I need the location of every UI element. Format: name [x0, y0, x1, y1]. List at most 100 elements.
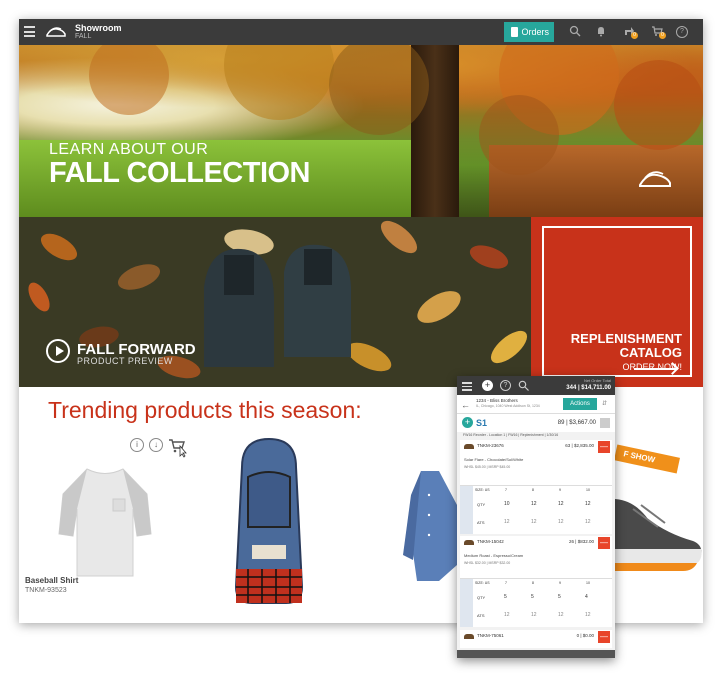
mobile-order-panel: + ? Net Order Total 344 | $14,711.00 ← 1… — [457, 376, 615, 658]
top-navigation-bar: Showroom FALL Orders 0 0 ? — [19, 19, 703, 45]
help-icon[interactable]: ? — [500, 380, 511, 391]
season-label: FALL — [75, 33, 92, 40]
shipment-dropdown[interactable] — [600, 418, 610, 428]
app-title: Showroom — [75, 23, 122, 33]
search-icon[interactable] — [568, 25, 582, 39]
qty-cell[interactable]: 12 — [585, 501, 591, 507]
size-col: 10 — [586, 488, 590, 492]
item-sku: TNKM-23676 — [477, 443, 504, 448]
add-shipment-icon[interactable]: + — [462, 417, 473, 428]
catalog-title: CATALOG — [619, 345, 682, 360]
product-name[interactable]: Baseball Shirt — [25, 576, 78, 585]
size-label: SIZE: US — [475, 581, 490, 585]
size-grid: SIZE: US 7 8 9 10 QTY 10 12 12 12 ATS 12… — [460, 485, 612, 534]
orders-button[interactable]: Orders — [504, 22, 554, 42]
back-arrow-icon[interactable]: ← — [461, 400, 470, 410]
shipment-value: 89 | $3,667.00 — [557, 420, 596, 426]
bell-icon[interactable] — [594, 25, 608, 39]
add-to-cart-icon[interactable] — [168, 438, 188, 458]
item-price: WHSL $45.00 | MSRP $45.00 — [464, 465, 511, 469]
trending-heading: Trending products this season: — [48, 397, 362, 423]
ats-cell: 12 — [504, 519, 510, 525]
brand-logo-icon — [46, 27, 66, 37]
search-icon[interactable] — [518, 380, 529, 391]
item-value: 0 | $0.00 — [576, 633, 594, 638]
size-col: 7 — [505, 581, 507, 585]
order-now-link[interactable]: ORDER NOW! — [544, 362, 683, 372]
item-name: Solar Flare - Chocolate/Sol/White — [464, 457, 524, 462]
qty-cell[interactable]: 5 — [558, 594, 561, 600]
hero-heading: FALL COLLECTION — [49, 157, 311, 189]
qty-cell[interactable]: 12 — [531, 501, 537, 507]
qty-cell[interactable]: 4 — [585, 594, 588, 600]
info-icon[interactable]: i — [130, 438, 144, 452]
item-name: Medium Roast - Espresso/Cream — [464, 553, 524, 558]
orders-label: Orders — [521, 27, 549, 37]
size-col: 10 — [586, 581, 590, 585]
qty-cell[interactable]: 10 — [504, 501, 510, 507]
item-price: WHSL $32.00 | MSRP $32.00 — [464, 561, 511, 565]
ats-label: ATS — [477, 520, 485, 525]
chevron-down-icon[interactable]: ⇵ — [602, 400, 607, 407]
cart-badge: 0 — [659, 32, 666, 39]
size-col: 9 — [559, 488, 561, 492]
add-icon[interactable]: + — [482, 380, 493, 391]
ats-cell: 12 — [504, 612, 510, 618]
arrow-right-icon — [634, 368, 676, 370]
net-order-total-label: Net Order Total — [583, 378, 611, 383]
order-item[interactable]: TNKM-23676 63 | $2,835.00 — Solar Flare … — [460, 440, 612, 485]
order-item[interactable]: TNKM-75061 0 | $0.00 — — [460, 630, 612, 648]
help-icon[interactable]: ? — [676, 26, 688, 38]
account-name: 1234 - Bliss Brothers — [476, 398, 518, 403]
shoe-thumbnail-icon — [464, 444, 474, 449]
qty-cell[interactable]: 12 — [558, 501, 564, 507]
ats-cell: 12 — [585, 519, 591, 525]
delete-item-button[interactable]: — — [598, 441, 610, 453]
size-col: 7 — [505, 488, 507, 492]
shipment-row[interactable]: + S1 89 | $3,667.00 — [457, 414, 615, 432]
play-video-icon[interactable] — [46, 339, 70, 363]
size-col: 8 — [532, 488, 534, 492]
item-value: 26 | $832.00 — [569, 539, 594, 544]
clipboard-icon — [511, 27, 518, 37]
download-icon[interactable]: ↓ — [149, 438, 163, 452]
actions-button[interactable]: Actions — [563, 398, 597, 410]
shipment-label: S1 — [476, 418, 488, 428]
delete-item-button[interactable]: — — [598, 631, 610, 643]
qty-cell[interactable]: 5 — [531, 594, 534, 600]
baseball-shirt-image[interactable] — [57, 464, 153, 579]
foliage-decoration — [89, 45, 703, 175]
account-address: IL, Chicago, 1040 West Addison St, 1234 — [476, 404, 540, 408]
hamburger-menu-icon[interactable] — [24, 26, 35, 37]
shoe-thumbnail-icon — [464, 540, 474, 545]
qty-label: QTY — [477, 502, 486, 507]
share-badge: 0 — [631, 32, 638, 39]
order-item[interactable]: TNKM-15042 26 | $832.00 — Medium Roast -… — [460, 536, 612, 578]
size-label: SIZE: US — [475, 488, 490, 492]
fall-collection-banner[interactable] — [19, 45, 703, 217]
product-sku: TNKM-93523 — [25, 587, 67, 594]
denim-shirt-image[interactable] — [399, 465, 459, 585]
hamburger-menu-icon[interactable] — [462, 382, 472, 393]
size-col: 8 — [532, 581, 534, 585]
promo-ribbon: F SHOW — [614, 444, 680, 474]
size-col: 9 — [559, 581, 561, 585]
mobile-topbar: + ? Net Order Total 344 | $14,711.00 — [457, 376, 615, 395]
account-header: ← 1234 - Bliss Brothers IL, Chicago, 104… — [457, 395, 615, 414]
shoe-thumbnail-icon — [464, 634, 474, 639]
ats-cell: 12 — [558, 519, 564, 525]
item-sku: TNKM-75061 — [477, 633, 504, 638]
item-sku: TNKM-15042 — [477, 539, 504, 544]
backpack-image[interactable] — [222, 437, 316, 607]
ats-label: ATS — [477, 613, 485, 618]
delete-item-button[interactable]: — — [598, 537, 610, 549]
net-order-total: 344 | $14,711.00 — [566, 385, 611, 391]
qty-cell[interactable]: 5 — [504, 594, 507, 600]
fall-forward-subtitle: PRODUCT PREVIEW — [77, 356, 173, 366]
replenishment-title: REPLENISHMENT — [570, 331, 682, 346]
mobile-bottom-toolbar — [457, 650, 615, 658]
replenishment-catalog-tile[interactable]: REPLENISHMENT CATALOG ORDER NOW! — [531, 217, 703, 387]
ats-cell: 12 — [585, 612, 591, 618]
ats-cell: 12 — [531, 519, 537, 525]
sneaker-image[interactable] — [613, 489, 703, 579]
